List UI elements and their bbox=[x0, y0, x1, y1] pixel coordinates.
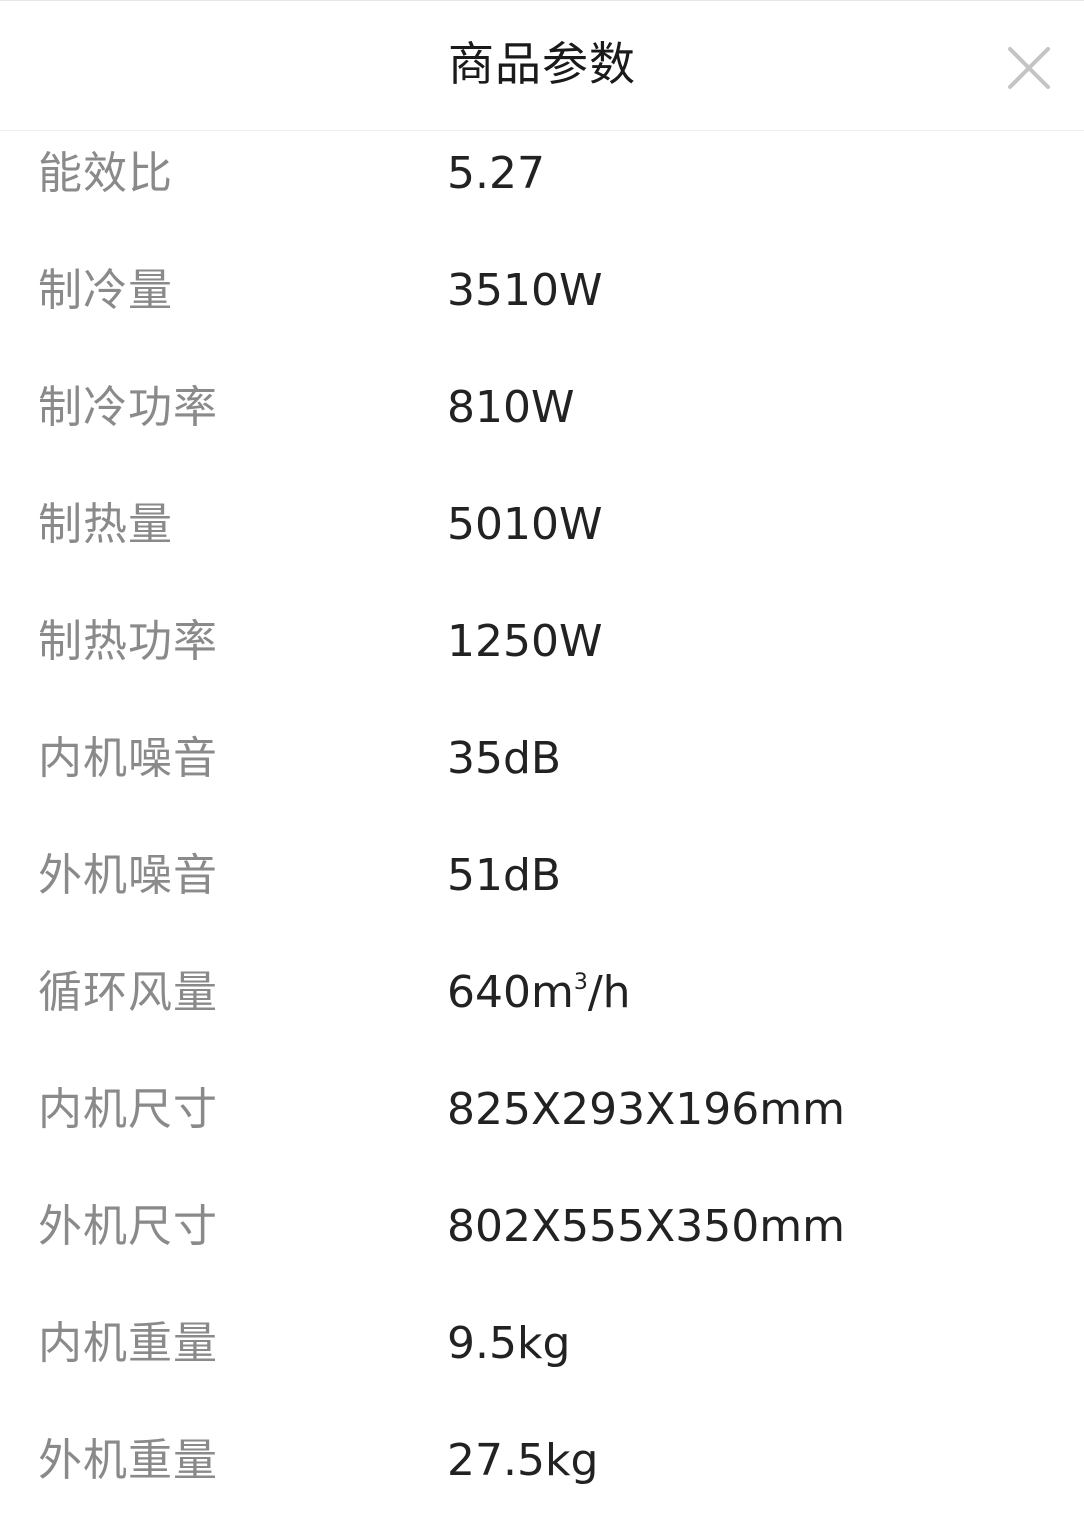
param-row-heating-capacity: 制热量 5010W bbox=[0, 466, 1084, 583]
param-row-cooling-capacity: 制冷量 3510W bbox=[0, 232, 1084, 349]
product-params-sheet: 商品参数 能效比 5.27 制冷量 3510W 制冷功率 810W 制热量 50… bbox=[0, 0, 1084, 1520]
param-row-outdoor-weight: 外机重量 27.5kg bbox=[0, 1402, 1084, 1519]
param-label: 制冷功率 bbox=[38, 382, 218, 433]
param-value: 3510W bbox=[447, 265, 603, 316]
param-row-indoor-size: 内机尺寸 825X293X196mm bbox=[0, 1051, 1084, 1168]
close-button[interactable] bbox=[1000, 39, 1058, 97]
param-row-outdoor-size: 外机尺寸 802X555X350mm bbox=[0, 1168, 1084, 1285]
param-value: 1250W bbox=[447, 616, 603, 667]
close-icon bbox=[1008, 47, 1050, 89]
param-value-main: 640m bbox=[447, 967, 574, 1018]
param-value: 27.5kg bbox=[447, 1435, 599, 1486]
param-label: 外机尺寸 bbox=[38, 1201, 218, 1252]
param-row-heating-power: 制热功率 1250W bbox=[0, 583, 1084, 700]
param-label: 能效比 bbox=[38, 148, 173, 199]
param-value: 640m3/h bbox=[447, 934, 631, 1051]
param-label: 内机重量 bbox=[38, 1318, 218, 1369]
param-label: 外机噪音 bbox=[38, 850, 218, 901]
param-value-superscript: 3 bbox=[573, 970, 588, 995]
param-value: 5.27 bbox=[447, 148, 545, 199]
param-label: 内机噪音 bbox=[38, 733, 218, 784]
page-title: 商品参数 bbox=[448, 37, 636, 91]
param-value-suffix: /h bbox=[587, 967, 631, 1018]
param-label: 外机重量 bbox=[38, 1435, 218, 1486]
param-row-cooling-power: 制冷功率 810W bbox=[0, 349, 1084, 466]
params-list: 能效比 5.27 制冷量 3510W 制冷功率 810W 制热量 5010W 制… bbox=[0, 115, 1084, 1519]
param-row-airflow: 循环风量 640m3/h bbox=[0, 934, 1084, 1051]
param-value: 35dB bbox=[447, 733, 562, 784]
param-label: 循环风量 bbox=[38, 967, 218, 1018]
param-value: 825X293X196mm bbox=[447, 1084, 845, 1135]
sheet-header: 商品参数 bbox=[0, 1, 1084, 131]
param-value: 5010W bbox=[447, 499, 603, 550]
param-label: 内机尺寸 bbox=[38, 1084, 218, 1135]
param-row-outdoor-noise: 外机噪音 51dB bbox=[0, 817, 1084, 934]
param-value: 51dB bbox=[447, 850, 562, 901]
param-value: 810W bbox=[447, 382, 575, 433]
param-row-indoor-noise: 内机噪音 35dB bbox=[0, 700, 1084, 817]
param-row-indoor-weight: 内机重量 9.5kg bbox=[0, 1285, 1084, 1402]
param-label: 制冷量 bbox=[38, 265, 173, 316]
param-value: 802X555X350mm bbox=[447, 1201, 845, 1252]
param-label: 制热量 bbox=[38, 499, 173, 550]
param-label: 制热功率 bbox=[38, 616, 218, 667]
param-value: 9.5kg bbox=[447, 1318, 571, 1369]
param-row-efficiency: 能效比 5.27 bbox=[0, 115, 1084, 232]
